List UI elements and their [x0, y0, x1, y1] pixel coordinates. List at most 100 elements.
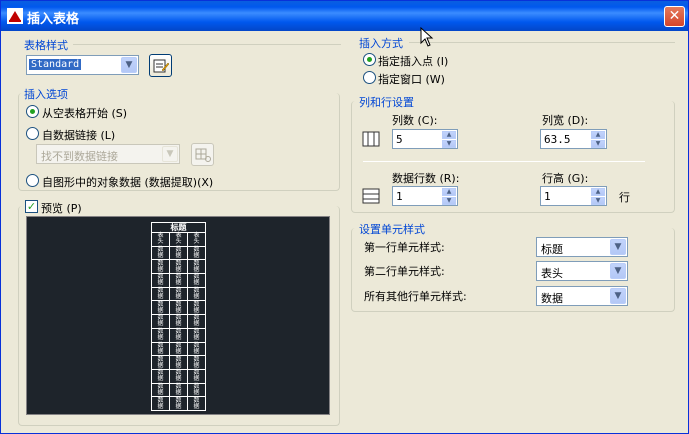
- spin-up-icon[interactable]: ▲: [591, 131, 605, 139]
- preview-checkbox-label[interactable]: 预览 (P): [41, 200, 82, 216]
- preview-cell: 数据: [169, 396, 188, 411]
- chevron-down-icon[interactable]: ▼: [610, 288, 626, 304]
- radio-from-datalink[interactable]: [26, 127, 39, 140]
- preview-data-row: 数据数据数据: [151, 382, 206, 398]
- autocad-app-icon: [7, 8, 23, 24]
- preview-data-row: 数据数据数据: [151, 341, 206, 357]
- table-style-select[interactable]: Standard ▼: [26, 55, 139, 75]
- datalink-select[interactable]: 找不到数据链接 ▼: [36, 144, 180, 164]
- datalink-value: 找不到数据链接: [41, 150, 118, 163]
- spin-down-icon[interactable]: ▼: [591, 197, 605, 205]
- second-row-style-label: 第二行单元样式:: [364, 265, 445, 278]
- spin-up-icon[interactable]: ▲: [442, 188, 456, 196]
- preview-cell: 数据: [151, 259, 170, 275]
- preview-cell: 数据: [151, 286, 170, 302]
- preview-cell: 数据: [169, 355, 188, 370]
- chevron-down-icon[interactable]: ▼: [121, 57, 137, 73]
- preview-cell: 数据: [187, 286, 206, 302]
- preview-cell: 数据: [151, 355, 170, 370]
- preview-cell: 数据: [187, 300, 206, 316]
- mouse-cursor-icon: [420, 27, 434, 47]
- preview-cell: 表头: [169, 232, 188, 247]
- radio-window[interactable]: [363, 71, 376, 84]
- spin-down-icon[interactable]: ▼: [442, 197, 456, 205]
- column-width-spinner[interactable]: 63.5 ▲ ▼: [540, 129, 607, 149]
- chevron-down-icon[interactable]: ▼: [162, 146, 178, 162]
- preview-data-row: 数据数据数据: [151, 396, 206, 411]
- insert-table-dialog: 插入表格 ✕ 表格样式 Standard ▼ 插入选项 从空表格开始 (S) 自…: [0, 0, 689, 434]
- preview-cell: 数据: [151, 327, 170, 343]
- insert-method-group-title: 插入方式: [359, 37, 403, 50]
- chevron-down-icon[interactable]: ▼: [610, 263, 626, 279]
- preview-data-row: 数据数据数据: [151, 355, 206, 370]
- preview-cell: 数据: [169, 341, 188, 357]
- preview-data-row: 数据数据数据: [151, 245, 206, 261]
- preview-cell: 数据: [169, 368, 188, 384]
- spin-down-icon[interactable]: ▼: [442, 140, 456, 148]
- preview-data-row: 数据数据数据: [151, 259, 206, 275]
- rows-icon: [362, 188, 380, 204]
- preview-cell: 数据: [169, 382, 188, 398]
- first-row-style-label: 第一行单元样式:: [364, 241, 445, 254]
- second-row-style-select[interactable]: 表头 ▼: [536, 261, 628, 281]
- preview-cell: 数据: [187, 341, 206, 357]
- column-width-value: 63.5: [544, 133, 571, 146]
- columns-spinner[interactable]: 5 ▲ ▼: [392, 129, 458, 149]
- preview-data-row: 数据数据数据: [151, 327, 206, 343]
- data-rows-spinner[interactable]: 1 ▲ ▼: [392, 186, 458, 206]
- radio-from-data-extraction[interactable]: [26, 174, 39, 187]
- preview-data-row: 数据数据数据: [151, 368, 206, 384]
- radio-start-empty-label[interactable]: 从空表格开始 (S): [42, 105, 127, 121]
- radio-insertion-point[interactable]: [363, 53, 376, 66]
- chevron-down-icon[interactable]: ▼: [610, 239, 626, 255]
- radio-insertion-point-label[interactable]: 指定插入点 (I): [378, 53, 448, 69]
- column-width-label: 列宽 (D):: [542, 114, 589, 127]
- preview-data-row: 数据数据数据: [151, 300, 206, 316]
- row-height-unit: 行: [619, 191, 630, 204]
- radio-window-label[interactable]: 指定窗口 (W): [378, 71, 445, 87]
- spin-down-icon[interactable]: ▼: [591, 140, 605, 148]
- preview-header-row: 表头表头表头: [151, 232, 206, 247]
- second-row-style-value: 表头: [541, 267, 563, 280]
- preview-cell: 数据: [151, 300, 170, 316]
- preview-cell: 数据: [151, 368, 170, 384]
- preview-cell: 数据: [169, 273, 188, 288]
- close-button[interactable]: ✕: [664, 6, 685, 27]
- first-row-style-select[interactable]: 标题 ▼: [536, 237, 628, 257]
- preview-cell: 数据: [169, 314, 188, 329]
- radio-from-data-extraction-label[interactable]: 自图形中的对象数据 (数据提取)(X): [42, 174, 213, 190]
- preview-cell: 数据: [169, 286, 188, 302]
- title-bar[interactable]: 插入表格 ✕: [1, 1, 688, 31]
- radio-start-empty[interactable]: [26, 105, 39, 118]
- datalink-icon: [195, 148, 211, 162]
- preview-cell: 数据: [151, 314, 170, 329]
- divider: [409, 42, 675, 43]
- preview-cell: 表头: [151, 232, 170, 247]
- row-height-spinner[interactable]: 1 ▲ ▼: [540, 186, 607, 206]
- spin-up-icon[interactable]: ▲: [442, 131, 456, 139]
- table-style-edit-icon: [153, 59, 170, 73]
- table-preview: 标题 表头表头表头数据数据数据数据数据数据数据数据数据数据数据数据数据数据数据数…: [26, 216, 330, 415]
- preview-cell: 数据: [169, 259, 188, 275]
- radio-from-datalink-label[interactable]: 自数据链接 (L): [42, 127, 115, 143]
- preview-data-row: 数据数据数据: [151, 314, 206, 329]
- preview-cell: 数据: [151, 245, 170, 261]
- preview-cell: 数据: [187, 314, 206, 329]
- datalink-manager-button[interactable]: [191, 143, 214, 166]
- window-title: 插入表格: [27, 12, 80, 27]
- other-rows-style-select[interactable]: 数据 ▼: [536, 286, 628, 306]
- preview-cell: 数据: [151, 273, 170, 288]
- preview-cell: 数据: [187, 245, 206, 261]
- preview-cell: 数据: [187, 259, 206, 275]
- preview-cell: 数据: [151, 341, 170, 357]
- preview-cell: 数据: [187, 327, 206, 343]
- preview-checkbox[interactable]: ✓: [25, 200, 38, 213]
- row-height-label: 行高 (G):: [542, 172, 589, 185]
- launch-table-style-dialog-button[interactable]: [149, 54, 172, 77]
- first-row-style-value: 标题: [541, 243, 563, 256]
- columns-value: 5: [396, 133, 403, 146]
- preview-cell: 数据: [151, 396, 170, 411]
- other-rows-style-value: 数据: [541, 292, 563, 305]
- spin-up-icon[interactable]: ▲: [591, 188, 605, 196]
- divider: [73, 44, 341, 45]
